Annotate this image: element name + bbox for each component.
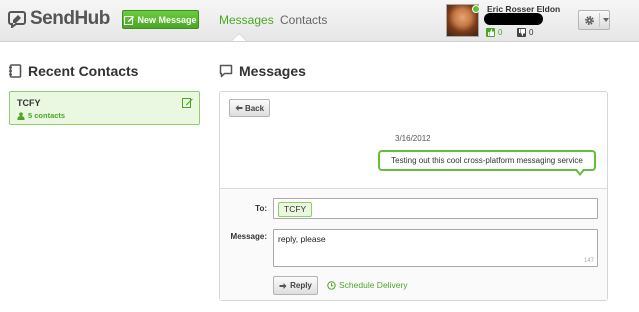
settings-menu-button[interactable] bbox=[578, 10, 610, 30]
redacted-phone-number bbox=[484, 13, 543, 25]
message-date: 3/16/2012 bbox=[395, 134, 431, 143]
logo-text: SendHub bbox=[30, 8, 110, 29]
recent-contacts-heading: Recent Contacts bbox=[8, 63, 138, 79]
recent-contacts-title: Recent Contacts bbox=[28, 63, 139, 79]
message-input-value: reply, please bbox=[278, 234, 326, 244]
nav-messages[interactable]: Messages bbox=[219, 13, 274, 27]
active-nav-indicator bbox=[232, 34, 246, 41]
thumbs-down-stat: 0 bbox=[517, 28, 533, 37]
reply-label: Reply bbox=[290, 281, 312, 290]
message-thread-panel: Back 3/16/2012 Testing out this cool cro… bbox=[219, 91, 608, 301]
sendhub-bubble-icon bbox=[8, 11, 26, 28]
character-counter: 147 bbox=[583, 258, 594, 264]
top-header: SendHub New Message Messages Contacts Er… bbox=[0, 0, 639, 42]
thumbs-down-icon bbox=[517, 28, 526, 37]
nav-contacts[interactable]: Contacts bbox=[280, 13, 327, 27]
edit-icon[interactable] bbox=[182, 97, 193, 108]
contact-count: 5 contacts bbox=[17, 111, 65, 120]
new-message-label: New Message bbox=[137, 14, 197, 25]
reply-button[interactable]: Reply bbox=[273, 276, 318, 295]
back-label: Back bbox=[244, 103, 265, 113]
contact-item[interactable]: TCFY 5 contacts bbox=[9, 91, 200, 125]
thumbs-down-count: 0 bbox=[529, 28, 534, 37]
new-message-button[interactable]: New Message bbox=[122, 10, 199, 29]
settings-divider bbox=[599, 13, 600, 27]
app-logo[interactable]: SendHub bbox=[8, 8, 110, 30]
reply-arrow-icon bbox=[279, 282, 287, 289]
message-label: Message: bbox=[230, 232, 267, 241]
contact-count-label: 5 contacts bbox=[28, 111, 66, 120]
gear-icon bbox=[585, 15, 594, 25]
schedule-delivery-label: Schedule Delivery bbox=[339, 280, 408, 290]
messages-title: Messages bbox=[239, 63, 306, 79]
messages-heading: Messages bbox=[219, 63, 306, 79]
person-icon bbox=[17, 111, 25, 120]
recipient-chip[interactable]: TCFY bbox=[278, 202, 313, 217]
back-button[interactable]: Back bbox=[229, 99, 270, 117]
speech-bubble-icon bbox=[219, 64, 233, 78]
thumbs-up-icon bbox=[486, 28, 495, 37]
contact-name: TCFY bbox=[17, 98, 41, 108]
contacts-book-icon bbox=[9, 64, 22, 78]
message-bubble: Testing out this cool cross-platform mes… bbox=[378, 150, 596, 171]
clock-icon bbox=[327, 280, 336, 290]
arrow-left-icon bbox=[235, 105, 243, 111]
schedule-delivery-link[interactable]: Schedule Delivery bbox=[327, 280, 408, 290]
message-input[interactable]: reply, please 147 bbox=[273, 229, 598, 267]
online-status-dot bbox=[472, 5, 480, 13]
pencil-icon bbox=[124, 15, 135, 25]
bubble-tail-inner bbox=[577, 169, 583, 173]
chevron-down-icon bbox=[603, 18, 609, 22]
thumbs-up-count: 0 bbox=[498, 28, 503, 37]
thumbs-up-stat: 0 bbox=[486, 28, 502, 37]
recipient-field[interactable]: TCFY bbox=[273, 198, 598, 219]
message-bubble-text: Testing out this cool cross-platform mes… bbox=[391, 156, 583, 165]
to-label: To: bbox=[255, 204, 267, 213]
